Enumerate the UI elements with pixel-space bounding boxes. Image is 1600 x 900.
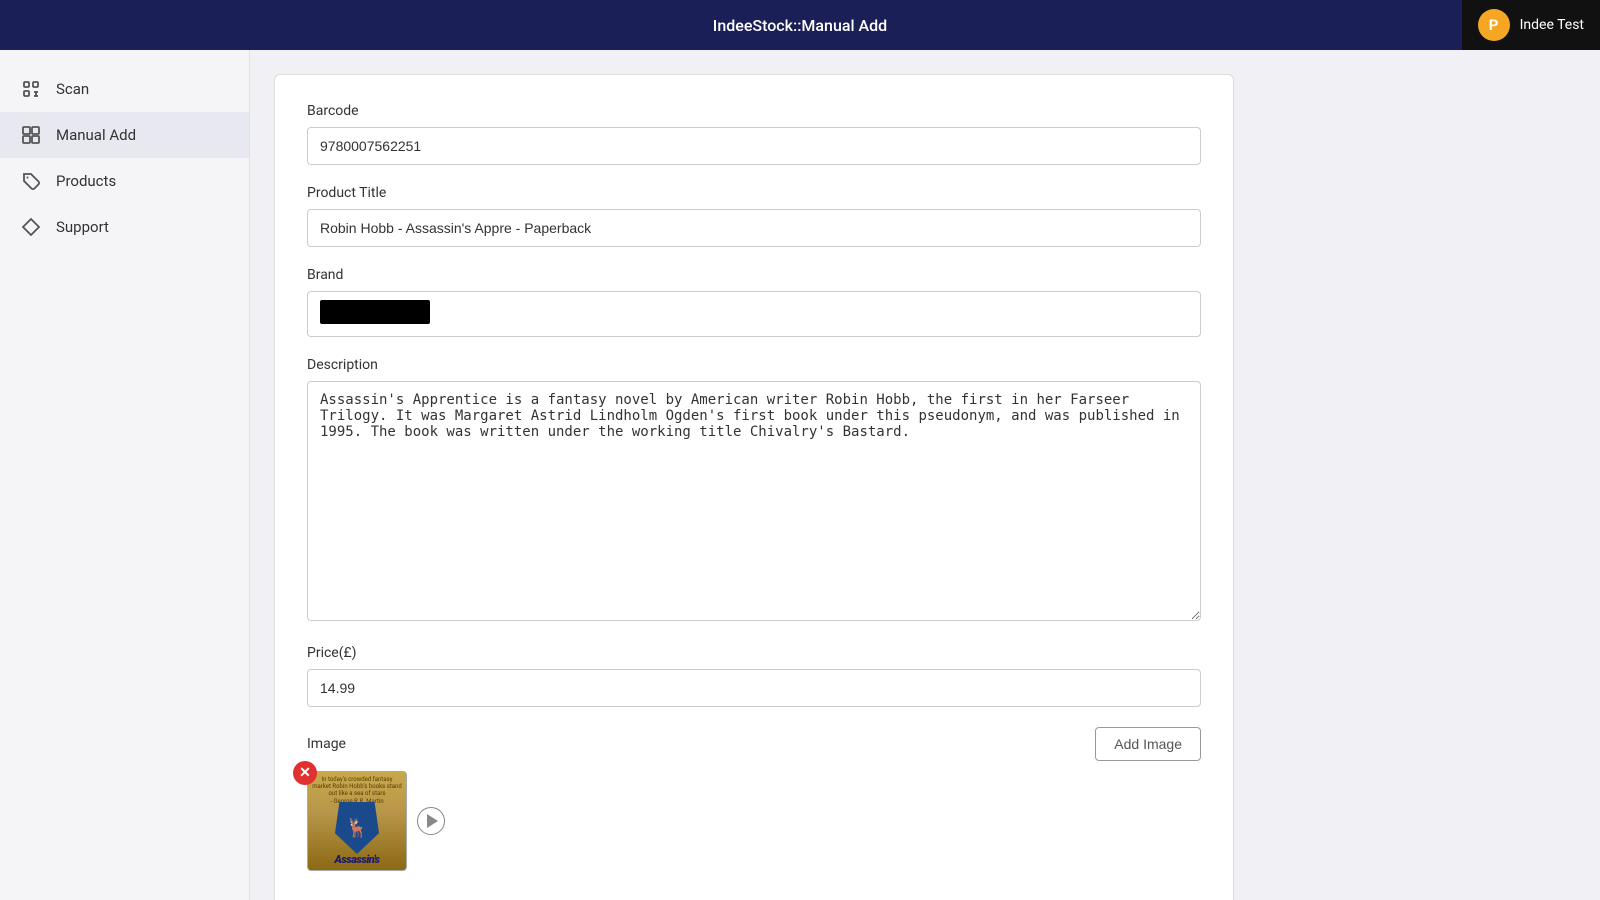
diamond-icon (20, 216, 42, 238)
stag-icon: 🦌 (348, 816, 366, 840)
user-menu[interactable]: P Indee Test (1462, 0, 1600, 50)
price-input[interactable] (307, 669, 1201, 707)
description-input[interactable]: Assassin's Apprentice is a fantasy novel… (307, 381, 1201, 621)
image-thumbnail: In today's crowded fantasy market Robin … (307, 771, 407, 871)
avatar: P (1478, 9, 1510, 41)
barcode-input[interactable] (307, 127, 1201, 165)
product-title-group: Product Title (307, 185, 1201, 247)
product-title-input[interactable] (307, 209, 1201, 247)
sidebar-item-support[interactable]: Support (0, 204, 249, 250)
image-label: Image (307, 736, 346, 752)
book-cover-toptext: In today's crowded fantasy market Robin … (312, 776, 402, 805)
shield-shape: 🦌 (335, 802, 379, 854)
user-name: Indee Test (1520, 17, 1584, 33)
book-cover-art: In today's crowded fantasy market Robin … (308, 772, 406, 870)
remove-image-button[interactable]: ✕ (293, 761, 317, 785)
barcode-label: Barcode (307, 103, 1201, 119)
app-title: IndeeStock::Manual Add (713, 16, 887, 35)
description-label: Description (307, 357, 1201, 373)
add-image-button[interactable]: Add Image (1095, 727, 1201, 761)
price-label: Price(£) (307, 645, 1201, 661)
play-triangle-icon (427, 814, 438, 828)
product-title-label: Product Title (307, 185, 1201, 201)
image-group: Image Add Image In today's crowded fanta… (307, 727, 1201, 871)
sidebar-scan-label: Scan (56, 80, 89, 98)
price-group: Price(£) (307, 645, 1201, 707)
main-layout: Scan Manual Add Products (0, 50, 1600, 900)
brand-black-block (320, 300, 430, 324)
scan-icon (20, 78, 42, 100)
sidebar-item-manual-add[interactable]: Manual Add (0, 112, 249, 158)
sidebar-item-scan[interactable]: Scan (0, 66, 249, 112)
grid-icon (20, 124, 42, 146)
content-area: Barcode Product Title Brand Description … (250, 50, 1600, 900)
brand-input-wrapper (307, 291, 1201, 337)
tag-icon (20, 170, 42, 192)
app-header: IndeeStock::Manual Add P Indee Test (0, 0, 1600, 50)
image-section-header: Image Add Image (307, 727, 1201, 761)
sidebar-products-label: Products (56, 172, 116, 190)
sidebar-item-products[interactable]: Products (0, 158, 249, 204)
sidebar: Scan Manual Add Products (0, 50, 250, 900)
brand-label: Brand (307, 267, 1201, 283)
description-group: Description Assassin's Apprentice is a f… (307, 357, 1201, 625)
sidebar-support-label: Support (56, 218, 109, 236)
image-row: In today's crowded fantasy market Robin … (307, 771, 1201, 871)
sidebar-manual-add-label: Manual Add (56, 126, 136, 144)
brand-group: Brand (307, 267, 1201, 337)
barcode-group: Barcode (307, 103, 1201, 165)
play-button[interactable] (417, 807, 445, 835)
book-cover-title: Assassin's (335, 853, 380, 866)
form-card: Barcode Product Title Brand Description … (274, 74, 1234, 900)
